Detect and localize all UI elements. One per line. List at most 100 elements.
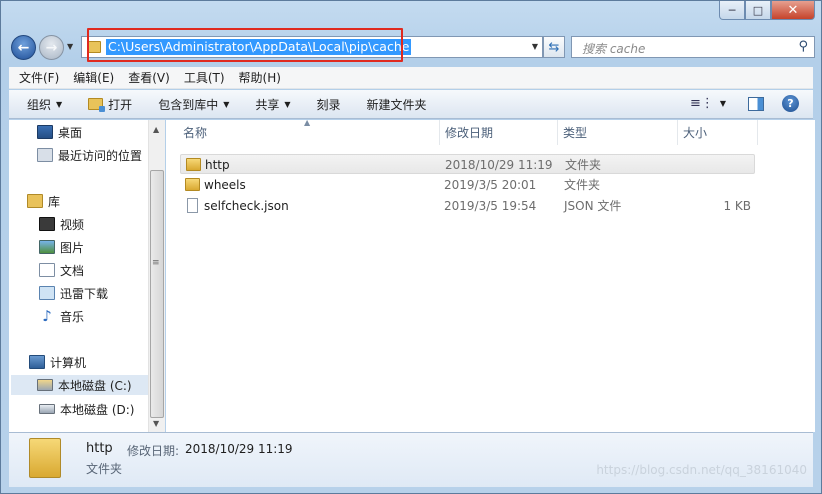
chevron-down-icon: ▼ [223,99,230,109]
chevron-down-icon[interactable]: ▼ [532,42,538,51]
details-pane: http 修改日期: 2018/10/29 11:19 文件夹 https://… [9,432,813,487]
sidebar-item-label: 本地磁盘 (C:) [58,378,132,393]
column-date[interactable]: 修改日期 [440,120,558,145]
burn-label: 刻录 [316,97,341,112]
sidebar-item-computer[interactable]: 计算机 [29,352,86,372]
desktop-icon [37,125,53,139]
arrow-right-icon: → [45,39,58,56]
sidebar-item-label: 桌面 [58,125,83,140]
new-folder-button[interactable]: 新建文件夹 [367,96,427,113]
video-icon [39,217,55,231]
view-options-icon[interactable]: ≡⋮ [690,96,714,111]
file-type: 文件夹 [565,158,602,172]
organize-button[interactable]: 组织 ▼ [27,96,62,113]
open-label: 打开 [108,97,133,112]
organize-label: 组织 [27,97,52,112]
open-icon [88,98,106,112]
column-type[interactable]: 类型 [558,120,678,145]
scroll-grip-icon: ≡ [152,258,160,268]
include-label: 包含到库中 [158,97,219,112]
sidebar-item-label: 文档 [60,263,85,278]
file-type: 文件夹 [564,178,601,192]
preview-pane-icon[interactable] [748,96,764,111]
share-label: 共享 [255,97,280,112]
table-row[interactable]: wheels 2019/3/5 20:01 文件夹 [180,175,755,195]
navigation-scrollbar[interactable]: ▲ ≡ ▼ [148,120,165,432]
drive-icon [37,379,53,391]
sidebar-item-documents[interactable]: 文档 [39,260,84,280]
column-header: ▲ 名称 修改日期 类型 大小 [166,118,815,145]
document-icon [39,263,55,277]
address-highlight-box [87,28,403,62]
scrollbar-thumb[interactable] [150,170,164,418]
minimize-button[interactable]: ─ [719,1,745,20]
sidebar-item-label: 音乐 [60,309,85,324]
menu-bar: 文件(F) 编辑(E) 查看(V) 工具(T) 帮助(H) [9,67,813,89]
table-row[interactable]: selfcheck.json 2019/3/5 19:54 JSON 文件 1 … [180,196,755,216]
sidebar-item-recent[interactable]: 最近访问的位置 [37,145,142,165]
table-row[interactable]: http 2018/10/29 11:19 文件夹 [180,154,755,174]
refresh-button[interactable]: ⇆ [543,36,565,58]
menu-view[interactable]: 查看(V) [128,69,170,86]
sidebar-item-label: 图片 [60,240,85,255]
caption-buttons: ─ □ ✕ [719,1,815,20]
scroll-down-icon[interactable]: ▼ [153,419,159,428]
sidebar-item-music[interactable]: ♪ 音乐 [39,306,84,326]
file-type: JSON 文件 [564,199,622,213]
help-icon[interactable]: ? [782,95,799,112]
sidebar-item-thunder[interactable]: 迅雷下载 [39,283,108,303]
column-size[interactable]: 大小 [678,120,758,145]
chevron-down-icon: ▼ [284,99,291,109]
menu-edit[interactable]: 编辑(E) [73,69,114,86]
chevron-down-icon[interactable]: ▼ [720,99,726,108]
file-date: 2018/10/29 11:19 [445,158,553,172]
column-name[interactable]: 名称 [178,120,440,145]
recent-pages-dropdown[interactable]: ▼ [67,42,73,51]
sidebar-item-label: 本地磁盘 (D:) [60,402,135,417]
search-icon[interactable]: ⚲ [798,39,808,54]
menu-tools[interactable]: 工具(T) [184,69,225,86]
command-bar: 组织 ▼ 打开 包含到库中 ▼ 共享 ▼ 刻录 新建文件夹 ≡⋮ ▼ ? [9,90,813,119]
sidebar-item-label: 最近访问的位置 [58,148,143,163]
sidebar-item-libraries[interactable]: 库 [27,191,60,211]
file-date: 2019/3/5 19:54 [444,199,537,213]
sidebar-item-label: 计算机 [50,355,87,370]
include-library-button[interactable]: 包含到库中 ▼ [158,96,229,113]
sidebar-item-desktop[interactable]: 桌面 [37,122,82,142]
file-icon [187,198,198,213]
menu-help[interactable]: 帮助(H) [239,69,281,86]
details-name: http [86,441,113,456]
search-input[interactable]: 搜索 cache ⚲ [571,36,815,58]
navigation-pane: 桌面 最近访问的位置 库 视频 图片 文档 迅雷下载 ♪ 音乐 计算机 本地磁盘 … [9,120,148,432]
scroll-up-icon[interactable]: ▲ [153,125,159,134]
file-name: wheels [204,178,246,192]
folder-icon [185,178,200,191]
file-list: ▲ 名称 修改日期 类型 大小 http 2018/10/29 11:19 文件… [166,118,815,432]
close-button[interactable]: ✕ [771,1,815,20]
arrow-left-icon: ← [17,39,30,56]
details-modified-value: 2018/10/29 11:19 [185,442,293,456]
new-folder-label: 新建文件夹 [366,97,427,112]
download-folder-icon [39,286,55,300]
open-button[interactable]: 打开 [88,96,132,113]
forward-button[interactable]: → [39,35,64,60]
share-button[interactable]: 共享 ▼ [255,96,290,113]
burn-button[interactable]: 刻录 [317,96,341,113]
music-icon: ♪ [42,307,52,325]
back-button[interactable]: ← [11,35,36,60]
folder-icon [186,158,201,171]
file-date: 2019/3/5 20:01 [444,178,537,192]
drive-icon [39,404,55,414]
computer-icon [29,355,45,369]
sidebar-item-drive-d[interactable]: 本地磁盘 (D:) [39,399,134,419]
sidebar-item-drive-c[interactable]: 本地磁盘 (C:) [11,375,148,395]
picture-icon [39,240,55,254]
menu-file[interactable]: 文件(F) [19,69,59,86]
sidebar-item-pictures[interactable]: 图片 [39,237,84,257]
maximize-button[interactable]: □ [745,1,771,20]
explorer-window: ─ □ ✕ ← → ▼ C:\Users\Administrator\AppDa… [0,0,822,494]
file-size: 1 KB [723,199,751,213]
sidebar-item-videos[interactable]: 视频 [39,214,84,234]
details-type: 文件夹 [86,462,123,476]
file-name: http [205,158,230,172]
